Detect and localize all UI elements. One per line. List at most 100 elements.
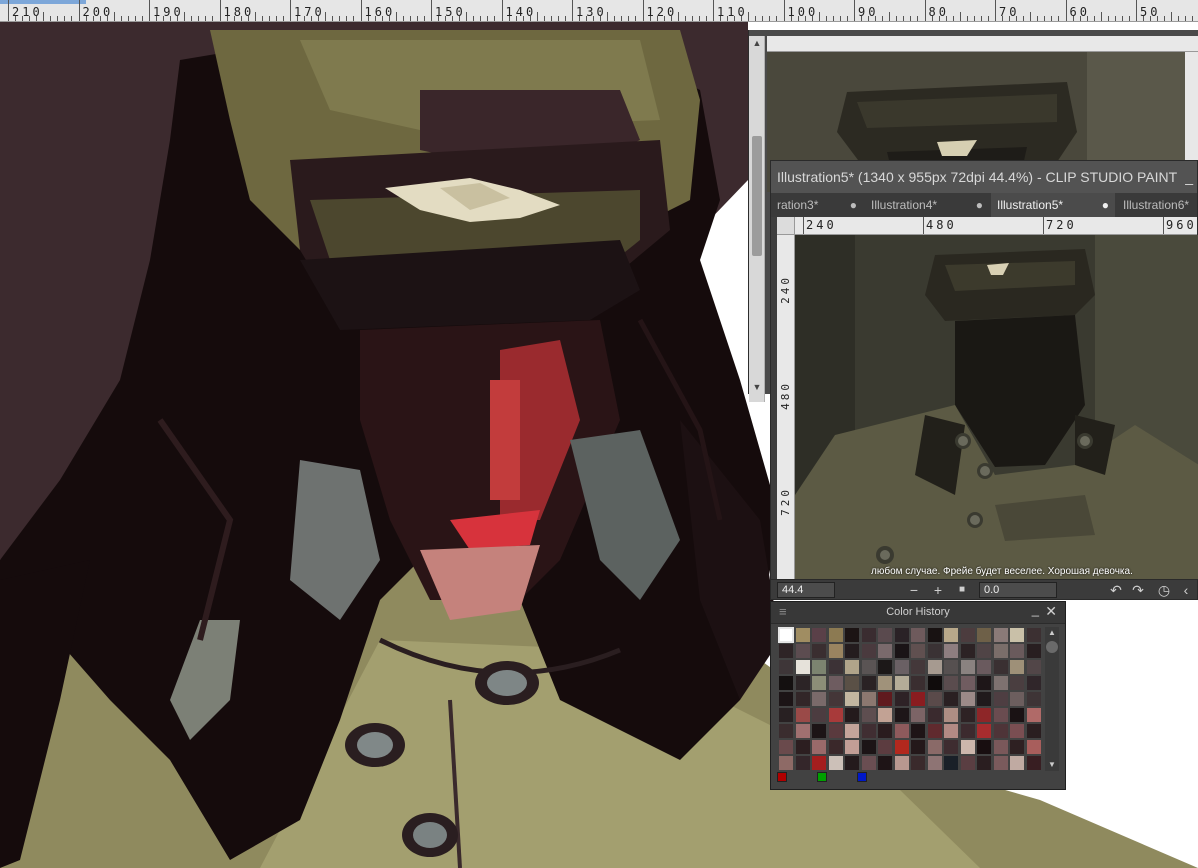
color-swatch[interactable] bbox=[993, 644, 1008, 658]
color-swatch[interactable] bbox=[1010, 644, 1024, 658]
color-swatch[interactable] bbox=[779, 676, 793, 690]
color-swatch[interactable] bbox=[977, 740, 991, 754]
color-swatch[interactable] bbox=[845, 740, 859, 754]
selected-color-swatch[interactable] bbox=[778, 627, 794, 643]
color-swatch[interactable] bbox=[1010, 676, 1024, 690]
color-swatch[interactable] bbox=[960, 660, 975, 674]
color-swatch[interactable] bbox=[779, 708, 793, 722]
color-swatch[interactable] bbox=[894, 676, 909, 690]
color-swatch[interactable] bbox=[878, 740, 892, 754]
color-swatch[interactable] bbox=[977, 644, 991, 658]
color-swatch[interactable] bbox=[927, 708, 942, 722]
color-swatch[interactable] bbox=[993, 740, 1008, 754]
color-swatch[interactable] bbox=[828, 660, 843, 674]
zoom-input[interactable]: 44.4 bbox=[777, 582, 835, 598]
scroll-down-icon[interactable]: ▼ bbox=[749, 380, 765, 394]
panel-scrollbar[interactable]: ▲ ▼ bbox=[1045, 627, 1059, 771]
color-swatch[interactable] bbox=[828, 644, 843, 658]
color-swatch[interactable] bbox=[779, 740, 793, 754]
color-swatch[interactable] bbox=[1010, 660, 1024, 674]
color-swatch[interactable] bbox=[812, 724, 826, 738]
reset-rotation-icon[interactable]: ◷ bbox=[1155, 581, 1173, 599]
color-swatch[interactable] bbox=[993, 660, 1008, 674]
color-swatch[interactable] bbox=[812, 644, 826, 658]
color-swatch[interactable] bbox=[828, 724, 843, 738]
color-swatch[interactable] bbox=[878, 676, 892, 690]
color-swatch[interactable] bbox=[977, 660, 991, 674]
color-swatch[interactable] bbox=[977, 628, 991, 642]
color-swatch[interactable] bbox=[977, 708, 991, 722]
zoom-in-button[interactable]: + bbox=[929, 581, 947, 599]
color-swatch[interactable] bbox=[944, 708, 958, 722]
color-swatch[interactable] bbox=[812, 692, 826, 706]
color-swatch[interactable] bbox=[911, 708, 925, 722]
undo-rotate-icon[interactable]: ↶ bbox=[1107, 581, 1125, 599]
color-swatch[interactable] bbox=[1010, 740, 1024, 754]
color-swatch[interactable] bbox=[878, 724, 892, 738]
color-swatch[interactable] bbox=[977, 724, 991, 738]
scroll-up-icon[interactable]: ▲ bbox=[1045, 627, 1059, 639]
color-swatch[interactable] bbox=[993, 676, 1008, 690]
color-swatch[interactable] bbox=[894, 660, 909, 674]
color-swatch[interactable] bbox=[927, 740, 942, 754]
color-swatch[interactable] bbox=[828, 692, 843, 706]
scroll-up-icon[interactable]: ▲ bbox=[749, 36, 765, 50]
reference-scrollbar[interactable]: ▲ ▼ bbox=[749, 36, 765, 402]
panel-minimize-button[interactable]: _ bbox=[1032, 602, 1039, 617]
zoom-out-button[interactable]: − bbox=[905, 581, 923, 599]
color-swatch[interactable] bbox=[779, 644, 793, 658]
color-swatch[interactable] bbox=[1010, 692, 1024, 706]
color-swatch[interactable] bbox=[845, 708, 859, 722]
color-swatch[interactable] bbox=[861, 644, 876, 658]
color-swatch[interactable] bbox=[845, 676, 859, 690]
color-swatch[interactable] bbox=[861, 740, 876, 754]
color-swatch[interactable] bbox=[812, 708, 826, 722]
color-swatch[interactable] bbox=[878, 644, 892, 658]
color-swatch[interactable] bbox=[861, 692, 876, 706]
color-swatch[interactable] bbox=[845, 660, 859, 674]
color-swatch[interactable] bbox=[927, 756, 942, 770]
color-swatch[interactable] bbox=[894, 708, 909, 722]
color-swatch[interactable] bbox=[927, 676, 942, 690]
color-swatch[interactable] bbox=[861, 756, 876, 770]
color-swatch[interactable] bbox=[795, 692, 810, 706]
color-swatch[interactable] bbox=[779, 724, 793, 738]
minimize-button[interactable]: _ bbox=[1185, 161, 1193, 193]
color-swatch[interactable] bbox=[878, 628, 892, 642]
color-swatch[interactable] bbox=[828, 756, 843, 770]
panel-close-button[interactable]: ✕ bbox=[1045, 603, 1057, 620]
color-swatch[interactable] bbox=[960, 644, 975, 658]
panel-header[interactable]: ≡ Color History _ ✕ bbox=[771, 602, 1065, 624]
color-swatch[interactable] bbox=[927, 724, 942, 738]
color-swatch[interactable] bbox=[944, 676, 958, 690]
color-swatch[interactable] bbox=[977, 676, 991, 690]
collapse-icon[interactable]: ‹ bbox=[1177, 581, 1195, 599]
scroll-thumb[interactable] bbox=[1046, 641, 1058, 653]
color-swatch[interactable] bbox=[828, 708, 843, 722]
color-swatch[interactable] bbox=[795, 644, 810, 658]
color-swatch[interactable] bbox=[812, 676, 826, 690]
color-swatch[interactable] bbox=[960, 676, 975, 690]
color-swatch[interactable] bbox=[977, 756, 991, 770]
illustration-window[interactable]: Illustration5* (1340 x 955px 72dpi 44.4%… bbox=[770, 160, 1198, 600]
color-swatch[interactable] bbox=[894, 628, 909, 642]
color-swatch[interactable] bbox=[845, 644, 859, 658]
color-swatch[interactable] bbox=[878, 708, 892, 722]
color-swatch[interactable] bbox=[1010, 756, 1024, 770]
color-swatch[interactable] bbox=[812, 660, 826, 674]
color-swatch[interactable] bbox=[894, 724, 909, 738]
color-swatch[interactable] bbox=[960, 708, 975, 722]
color-swatch[interactable] bbox=[795, 628, 810, 642]
color-swatch[interactable] bbox=[911, 676, 925, 690]
scroll-down-icon[interactable]: ▼ bbox=[1045, 759, 1059, 771]
color-swatch[interactable] bbox=[993, 724, 1008, 738]
color-swatch[interactable] bbox=[960, 756, 975, 770]
color-swatch[interactable] bbox=[1026, 692, 1041, 706]
color-swatch[interactable] bbox=[894, 692, 909, 706]
fit-button[interactable]: ■ bbox=[953, 581, 971, 599]
color-swatch[interactable] bbox=[1026, 756, 1041, 770]
color-swatch[interactable] bbox=[828, 676, 843, 690]
tab-illustration5[interactable]: Illustration5* ● bbox=[991, 193, 1115, 217]
color-swatch[interactable] bbox=[960, 628, 975, 642]
color-swatch[interactable] bbox=[911, 740, 925, 754]
